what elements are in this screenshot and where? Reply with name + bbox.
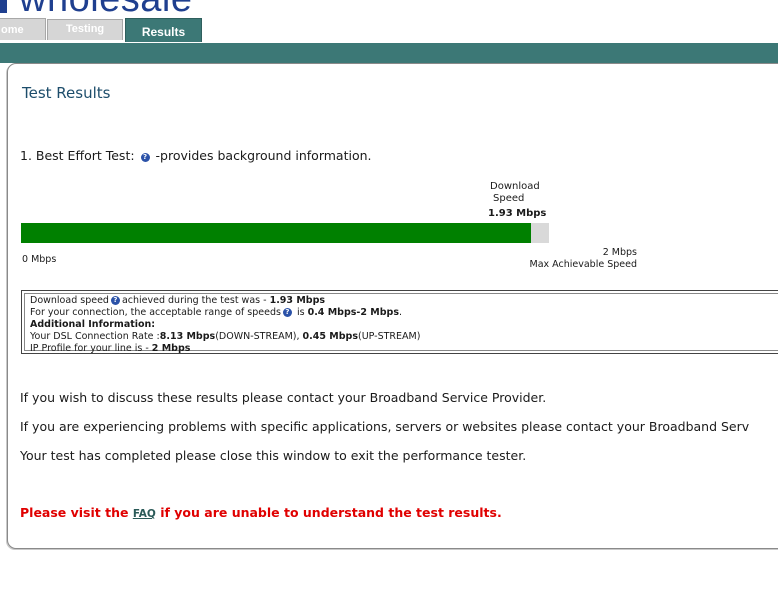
bar-max-caption: Max Achievable Speed: [529, 259, 637, 270]
best-effort-heading: 1. Best Effort Test: ? -provides backgro…: [20, 148, 372, 163]
download-speed-bar: [21, 223, 549, 243]
info-box: Download speed? achieved during the test …: [21, 290, 778, 354]
best-effort-label: 1. Best Effort Test:: [20, 148, 135, 163]
download-header-line1: Download: [490, 181, 540, 192]
info-additional-heading: Additional Information:: [30, 319, 778, 331]
message-test-complete: Your test has completed please close thi…: [20, 448, 527, 463]
faq-post: if you are unable to understand the test…: [155, 505, 502, 520]
best-effort-description: -provides background information.: [155, 148, 372, 163]
download-speed-header: Download Speed 1.93 Mbps: [488, 181, 552, 220]
header-band: [0, 43, 778, 63]
faq-pre: Please visit the: [20, 505, 133, 520]
logo-text: wholesale: [19, 0, 193, 20]
dsl-down-label: (DOWN-STREAM),: [215, 331, 303, 342]
info-range-mid: is: [293, 307, 308, 318]
info-box-content: Download speed? achieved during the test …: [24, 293, 778, 354]
dsl-up-value: 0.45 Mbps: [302, 331, 358, 342]
question-icon[interactable]: ?: [140, 153, 150, 162]
info-range-pre: For your connection, the acceptable rang…: [30, 307, 281, 318]
dsl-up-label: (UP-STREAM): [357, 331, 421, 342]
additional-heading-text: Additional Information:: [30, 319, 156, 330]
bar-max-label: 2 Mbps: [602, 247, 637, 258]
message-application-problems: If you are experiencing problems with sp…: [20, 419, 750, 434]
info-download-line: Download speed? achieved during the test …: [30, 295, 778, 307]
info-range-end: .: [399, 307, 403, 318]
info-range-value: 0.4 Mbps-2 Mbps: [307, 307, 399, 318]
question-icon[interactable]: ?: [110, 296, 120, 305]
tab-results[interactable]: Results: [125, 18, 202, 42]
download-header-line2: Speed: [493, 193, 525, 204]
ip-value: 2 Mbps: [151, 343, 191, 354]
download-speed-fill: [21, 223, 531, 243]
download-speed-value: 1.93 Mbps: [488, 208, 547, 219]
info-ip-line: IP Profile for your line is - 2 Mbps: [30, 343, 778, 355]
question-icon[interactable]: ?: [282, 308, 292, 317]
bar-min-label: 0 Mbps: [22, 254, 57, 265]
message-contact-provider: If you wish to discuss these results ple…: [20, 390, 547, 405]
info-download-pre: Download speed: [30, 295, 109, 306]
dsl-down-value: 8.13 Mbps: [159, 331, 216, 342]
tab-testing[interactable]: Testing: [47, 19, 123, 40]
faq-notice: Please visit the FAQ if you are unable t…: [20, 505, 502, 520]
tab-home[interactable]: ome: [0, 18, 46, 40]
faq-link[interactable]: FAQ: [133, 508, 156, 520]
info-dsl-line: Your DSL Connection Rate :8.13 Mbps(DOWN…: [30, 331, 778, 343]
info-download-post: achieved during the test was -: [121, 295, 270, 306]
page-title: Test Results: [22, 84, 111, 102]
dsl-pre: Your DSL Connection Rate :: [30, 331, 160, 342]
ip-pre: IP Profile for your line is -: [30, 343, 152, 354]
info-download-value: 1.93 Mbps: [269, 295, 326, 306]
logo-mark: [0, 0, 7, 13]
info-range-line: For your connection, the acceptable rang…: [30, 307, 778, 319]
